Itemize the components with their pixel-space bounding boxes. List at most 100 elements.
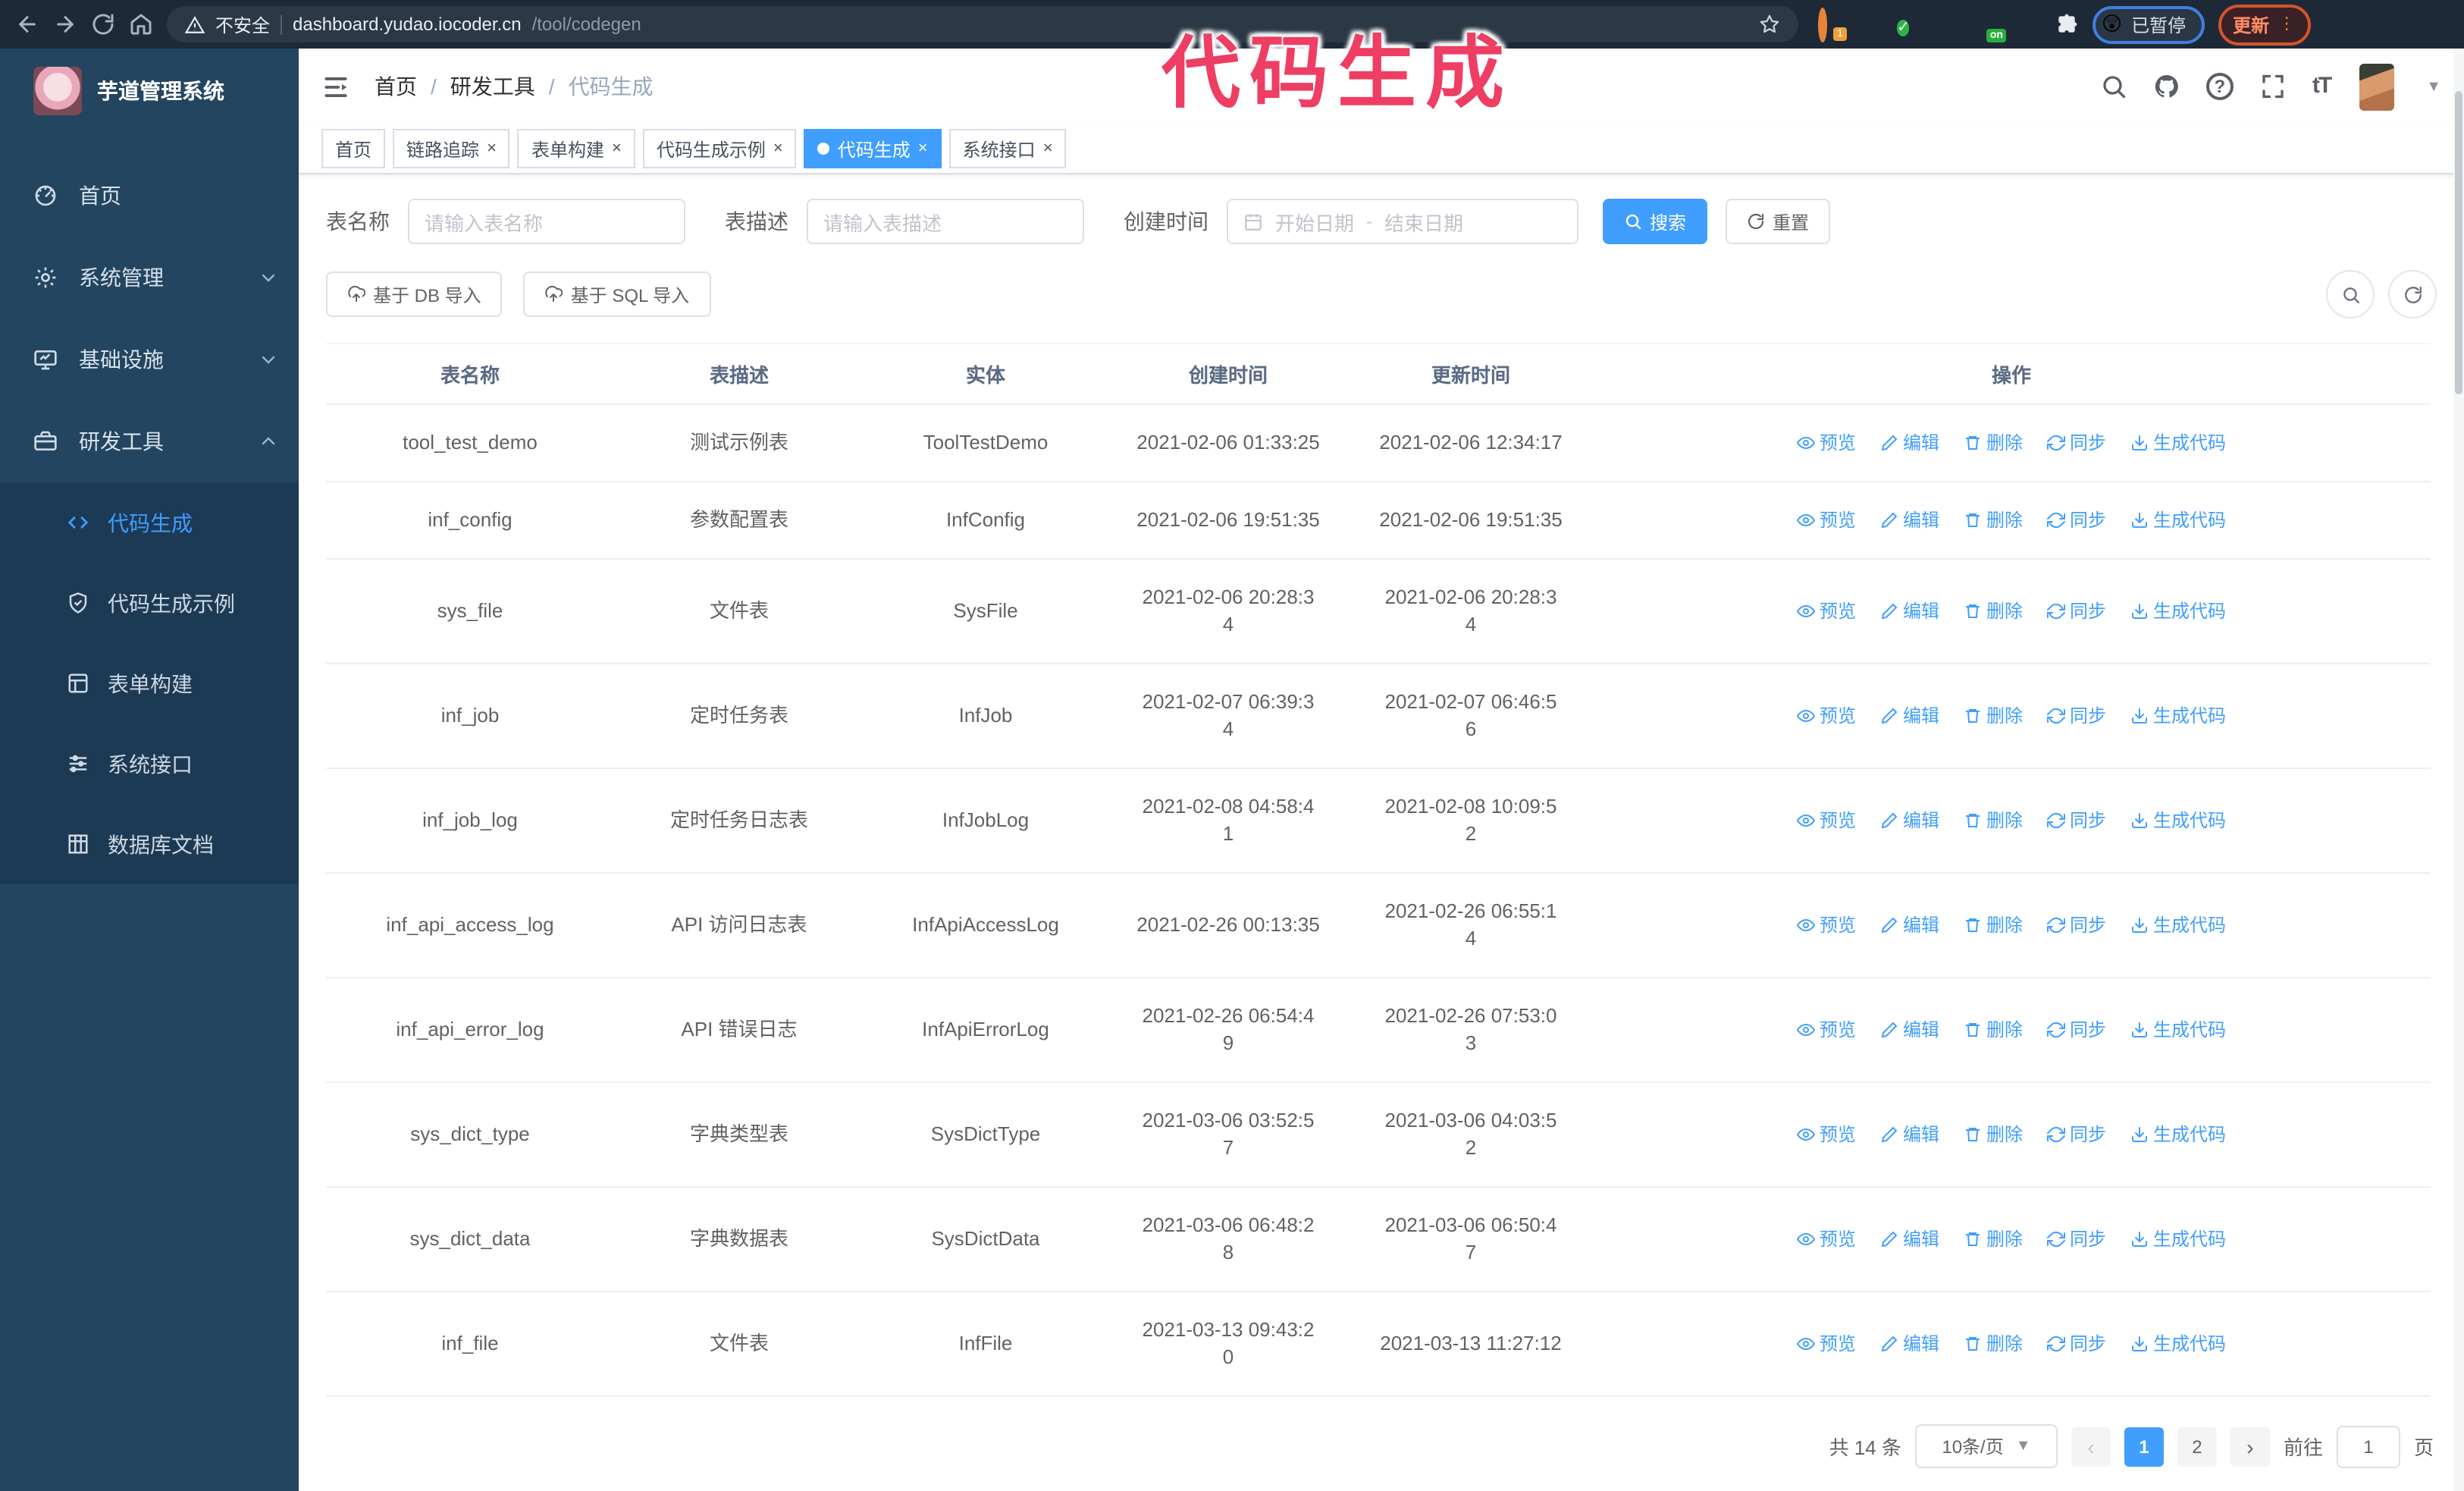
action-generate[interactable]: 生成代码 (2130, 1121, 2226, 1148)
github-icon[interactable] (2153, 73, 2180, 100)
submenu-item-code[interactable]: 代码生成 (0, 482, 299, 563)
chevron-down-icon[interactable]: ▼ (2426, 78, 2441, 95)
ext-frog-icon[interactable] (2015, 12, 2039, 36)
page-button-2[interactable]: 2 (2177, 1427, 2217, 1466)
action-sync[interactable]: 同步 (2047, 429, 2106, 457)
prev-page-button[interactable]: ‹ (2071, 1427, 2111, 1466)
action-eye[interactable]: 预览 (1796, 912, 1856, 939)
action-generate[interactable]: 生成代码 (2130, 1330, 2226, 1358)
action-delete[interactable]: 删除 (1964, 1016, 2023, 1044)
close-tab-icon[interactable]: × (612, 140, 622, 157)
scrollbar-thumb[interactable] (2455, 91, 2462, 394)
action-delete[interactable]: 删除 (1964, 429, 2023, 457)
action-delete[interactable]: 删除 (1964, 912, 2023, 939)
reset-button[interactable]: 重置 (1726, 199, 1831, 244)
next-page-button[interactable]: › (2230, 1427, 2270, 1466)
fullscreen-icon[interactable] (2259, 73, 2287, 100)
action-eye[interactable]: 预览 (1796, 1016, 1856, 1044)
hamburger-icon[interactable] (321, 72, 350, 101)
address-bar[interactable]: 不安全 dashboard.yudao.iocoder.cn /tool/cod… (167, 6, 1798, 42)
back-icon[interactable] (15, 12, 39, 36)
submenu-item-columns[interactable]: 数据库文档 (0, 804, 299, 884)
avatar[interactable] (2359, 63, 2395, 110)
table-desc-input[interactable]: 请输入表描述 (807, 199, 1084, 244)
tab-系统接口[interactable]: 系统接口 × (948, 129, 1067, 168)
reload-icon[interactable] (91, 12, 115, 36)
action-eye[interactable]: 预览 (1796, 1121, 1856, 1148)
goto-page-input[interactable]: 1 (2336, 1425, 2400, 1467)
action-sync[interactable]: 同步 (2047, 598, 2106, 625)
submenu-item-shield-check[interactable]: 代码生成示例 (0, 563, 299, 643)
action-delete[interactable]: 删除 (1964, 1226, 2023, 1253)
action-eye[interactable]: 预览 (1796, 507, 1856, 534)
submenu-item-form[interactable]: 表单构建 (0, 643, 299, 724)
action-delete[interactable]: 删除 (1964, 702, 2023, 730)
action-generate[interactable]: 生成代码 (2130, 1226, 2226, 1253)
home-icon[interactable] (129, 12, 153, 36)
action-sync[interactable]: 同步 (2047, 1016, 2106, 1044)
action-generate[interactable]: 生成代码 (2130, 912, 2226, 939)
tab-表单构建[interactable]: 表单构建 × (517, 129, 635, 168)
action-generate[interactable]: 生成代码 (2130, 507, 2226, 534)
date-range-input[interactable]: 开始日期 - 结束日期 (1227, 199, 1578, 244)
action-sync[interactable]: 同步 (2047, 1330, 2106, 1358)
action-generate[interactable]: 生成代码 (2130, 807, 2226, 834)
sidebar-item-toolbox[interactable]: 研发工具 (0, 400, 299, 482)
action-eye[interactable]: 预览 (1796, 1226, 1856, 1253)
browser-menu-icon[interactable]: ⋮ (2278, 16, 2295, 33)
action-eye[interactable]: 预览 (1796, 1330, 1856, 1358)
action-delete[interactable]: 删除 (1964, 1330, 2023, 1358)
action-generate[interactable]: 生成代码 (2130, 702, 2226, 730)
ext-puzzle-icon[interactable] (2055, 12, 2079, 36)
import-sql-button[interactable]: 基于 SQL 导入 (523, 272, 711, 317)
action-delete[interactable]: 删除 (1964, 1121, 2023, 1148)
tab-首页[interactable]: 首页 (321, 129, 386, 168)
ext-onoff-icon[interactable]: on (1976, 12, 2006, 42)
action-sync[interactable]: 同步 (2047, 807, 2106, 834)
search-icon[interactable] (2100, 73, 2127, 100)
action-generate[interactable]: 生成代码 (2130, 1016, 2226, 1044)
ext-gem-icon[interactable] (1857, 12, 1882, 36)
tab-代码生成示例[interactable]: 代码生成示例 × (642, 129, 797, 168)
update-button[interactable]: 更新 ⋮ (2218, 4, 2311, 45)
breadcrumb-item[interactable]: 首页 (375, 71, 417, 102)
action-delete[interactable]: 删除 (1964, 598, 2023, 625)
ext-check-icon[interactable]: ✓ (1897, 12, 1921, 36)
action-sync[interactable]: 同步 (2047, 1121, 2106, 1148)
action-eye[interactable]: 预览 (1796, 598, 1856, 625)
action-edit[interactable]: 编辑 (1880, 1330, 1939, 1358)
action-edit[interactable]: 编辑 (1880, 912, 1939, 939)
action-eye[interactable]: 预览 (1796, 702, 1856, 730)
action-sync[interactable]: 同步 (2047, 702, 2106, 730)
page-button-1[interactable]: 1 (2124, 1427, 2164, 1466)
submenu-item-sliders[interactable]: 系统接口 (0, 724, 299, 804)
search-button[interactable]: 搜索 (1603, 199, 1708, 244)
sidebar-item-gear[interactable]: 系统管理 (0, 237, 299, 319)
action-generate[interactable]: 生成代码 (2130, 598, 2226, 625)
action-edit[interactable]: 编辑 (1880, 807, 1939, 834)
action-eye[interactable]: 预览 (1796, 807, 1856, 834)
table-name-input[interactable]: 请输入表名称 (408, 199, 685, 244)
action-sync[interactable]: 同步 (2047, 507, 2106, 534)
breadcrumb-item[interactable]: 研发工具 (450, 71, 535, 102)
ext-grid-icon[interactable] (1936, 12, 1961, 36)
action-edit[interactable]: 编辑 (1880, 598, 1939, 625)
action-edit[interactable]: 编辑 (1880, 1121, 1939, 1148)
action-edit[interactable]: 编辑 (1880, 1226, 1939, 1253)
paused-badge[interactable]: 😲 已暂停 (2093, 5, 2205, 43)
close-tab-icon[interactable]: × (773, 140, 783, 157)
action-sync[interactable]: 同步 (2047, 912, 2106, 939)
bookmark-star-icon[interactable] (1759, 14, 1780, 35)
action-sync[interactable]: 同步 (2047, 1226, 2106, 1253)
forward-icon[interactable] (53, 12, 77, 36)
text-size-icon[interactable]: tT (2312, 73, 2332, 100)
refresh-table-button[interactable] (2388, 270, 2437, 319)
action-edit[interactable]: 编辑 (1880, 507, 1939, 534)
action-delete[interactable]: 删除 (1964, 507, 2023, 534)
tab-链路追踪[interactable]: 链路追踪 × (393, 129, 510, 168)
close-tab-icon[interactable]: × (1043, 140, 1053, 157)
toggle-search-button[interactable] (2326, 270, 2375, 319)
action-generate[interactable]: 生成代码 (2130, 429, 2226, 457)
page-size-select[interactable]: 10条/页 ▼ (1914, 1424, 2058, 1468)
logo-row[interactable]: 芋道管理系统 (0, 49, 299, 133)
